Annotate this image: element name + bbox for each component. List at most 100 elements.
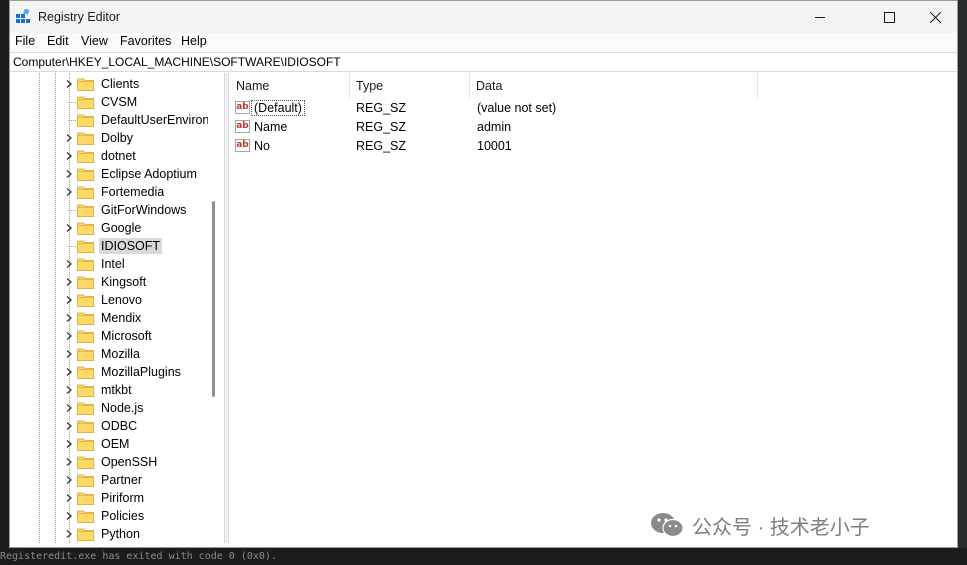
address-bar[interactable]: Computer\HKEY_LOCAL_MACHINE\SOFTWARE\IDI… [10,52,957,72]
chevron-right-icon[interactable] [65,512,73,520]
minimize-icon [814,16,825,18]
tree-item[interactable]: dotnet [10,147,208,165]
tree-item[interactable]: Lenovo [10,291,208,309]
chevron-right-icon[interactable] [65,188,73,196]
chevron-right-icon[interactable] [65,458,73,466]
background-terminal-right [958,0,967,565]
tree-item-label: Partner [101,473,142,487]
folder-icon [77,402,94,415]
folder-icon [77,78,94,91]
tree-item-label: Python [101,527,140,541]
tree-item[interactable]: Kingsoft [10,273,208,291]
tree-item-label: DefaultUserEnvironn [101,113,208,127]
maximize-button[interactable] [866,1,912,33]
tree-item[interactable]: mtkbt [10,381,208,399]
close-icon [929,11,941,23]
menu-edit[interactable]: Edit [47,34,69,48]
title-bar[interactable]: Registry Editor [10,1,957,33]
menu-favorites[interactable]: Favorites [120,34,171,48]
chevron-right-icon[interactable] [65,296,73,304]
tree-item-label: Kingsoft [101,275,147,289]
chevron-right-icon[interactable] [65,152,73,160]
tree-item[interactable]: Eclipse Adoptium [10,165,208,183]
minimize-button[interactable] [797,1,843,33]
tree-item[interactable]: Fortemedia [10,183,208,201]
value-type: REG_SZ [356,139,407,153]
chevron-right-icon[interactable] [65,278,73,286]
tree-item[interactable]: Dolby [10,129,208,147]
value-data: (value not set) [477,101,557,115]
tree-item[interactable]: OpenSSH [10,453,208,471]
tree-item[interactable]: Python [10,525,208,543]
value-data: 10001 [477,139,512,153]
chevron-right-icon[interactable] [65,350,73,358]
close-button[interactable] [912,1,957,33]
tree-item[interactable]: Mozilla [10,345,208,363]
tree-connector [68,246,76,247]
menu-view[interactable]: View [81,34,108,48]
column-type-header[interactable]: Type [349,73,469,99]
tree-item[interactable]: CVSM [10,93,208,111]
column-divider[interactable] [757,73,758,99]
menu-help[interactable]: Help [181,34,207,48]
chevron-right-icon[interactable] [65,386,73,394]
tree-item[interactable]: Mendix [10,309,208,327]
folder-icon [77,528,94,541]
string-value-icon: ab [235,139,250,152]
value-row[interactable]: ab No REG_SZ 10001 [229,137,957,156]
value-name: (Default) [251,100,305,116]
chevron-right-icon[interactable] [65,476,73,484]
folder-icon [77,204,94,217]
chevron-right-icon[interactable] [65,224,73,232]
chevron-right-icon[interactable] [65,530,73,538]
key-tree[interactable]: Clients CVSM DefaultUserEnvironn Dolby dotne… [10,73,208,543]
tree-vertical-scrollbar[interactable] [212,201,215,397]
window-title: Registry Editor [38,10,120,24]
tree-item[interactable]: Node.js [10,399,208,417]
value-data: admin [477,120,512,134]
chevron-right-icon[interactable] [65,404,73,412]
tree-item[interactable]: DefaultUserEnvironn [10,111,208,129]
tree-horizontal-scrollbar[interactable] [28,547,90,548]
chevron-right-icon[interactable] [65,80,73,88]
folder-icon [77,168,94,181]
tree-item-label: Fortemedia [101,185,165,199]
tree-item[interactable]: Intel [10,255,208,273]
chevron-right-icon[interactable] [65,260,73,268]
menu-bar: File Edit View Favorites Help [10,33,957,52]
value-name: No [254,139,270,153]
tree-item[interactable]: Policies [10,507,208,525]
value-row[interactable]: ab (Default) REG_SZ (value not set) [229,99,957,118]
tree-item-label: Intel [101,257,125,271]
tree-item[interactable]: OEM [10,435,208,453]
chevron-right-icon[interactable] [65,134,73,142]
folder-icon [77,330,94,343]
tree-item[interactable]: Partner [10,471,208,489]
chevron-right-icon[interactable] [65,170,73,178]
value-row[interactable]: ab Name REG_SZ admin [229,118,957,137]
tree-item[interactable]: ODBC [10,417,208,435]
tree-item-label: Lenovo [101,293,143,307]
address-path[interactable]: Computer\HKEY_LOCAL_MACHINE\SOFTWARE\IDI… [13,55,341,69]
tree-item[interactable]: Microsoft [10,327,208,345]
folder-icon [77,366,94,379]
tree-item[interactable]: GitForWindows [10,201,208,219]
tree-item[interactable]: Piriform [10,489,208,507]
folder-icon [77,240,94,253]
menu-file[interactable]: File [15,34,35,48]
chevron-right-icon[interactable] [65,494,73,502]
tree-item[interactable]: MozillaPlugins [10,363,208,381]
column-name-header[interactable]: Name [229,73,349,99]
registry-editor-window: Registry Editor File Edit View Favorites… [9,0,958,548]
chevron-right-icon[interactable] [65,440,73,448]
folder-icon [77,114,94,127]
tree-item[interactable]: Clients [10,75,208,93]
wechat-icon [651,513,684,538]
chevron-right-icon[interactable] [65,314,73,322]
column-data-header[interactable]: Data [469,73,757,99]
tree-item[interactable]: IDIOSOFT [10,237,208,255]
chevron-right-icon[interactable] [65,368,73,376]
chevron-right-icon[interactable] [65,332,73,340]
tree-item[interactable]: Google [10,219,208,237]
chevron-right-icon[interactable] [65,422,73,430]
